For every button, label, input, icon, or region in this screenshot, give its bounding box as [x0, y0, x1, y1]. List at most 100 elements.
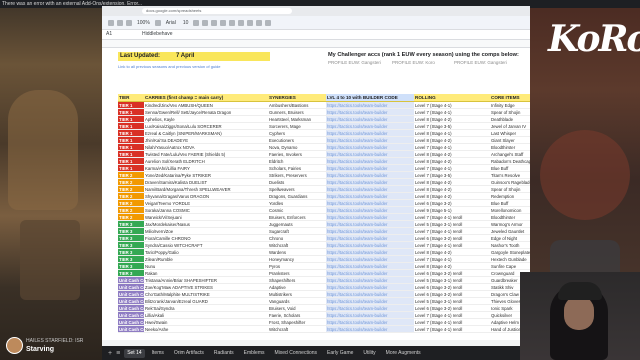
builder-link-cell[interactable]: https://tactics.tools/team-builder [326, 312, 414, 318]
carries-cell[interactable]: Blitzcrank/Jarvan/Ezreal GUARD [144, 298, 268, 304]
synergies-cell[interactable]: Cyphers [268, 130, 326, 136]
header-builder-code[interactable]: LVL 4 to 10 with BUILDER CODE [326, 94, 414, 101]
core-items-cell[interactable]: Hextech Gunblade [490, 256, 530, 262]
rolling-cell[interactable]: Level 7 (Stage 4-1) reroll [414, 312, 490, 318]
synergies-cell[interactable]: Scholars, Fairies [268, 165, 326, 171]
core-items-cell[interactable]: Jewel of Jarvan IV [490, 123, 530, 129]
synergies-cell[interactable]: Chrono [268, 235, 326, 241]
table-row[interactable]: TIER 3 Fiora/Camille CHRONO Chrono https://… [118, 235, 530, 242]
rolling-cell[interactable]: Level 7 (Stage 3-5) [414, 123, 490, 129]
core-items-cell[interactable]: Last Whisper [490, 130, 530, 136]
table-row[interactable]: TIER 1 Kindred/Jinx/Vex AMBUSH/QUEEN Ambus… [118, 102, 530, 109]
rolling-cell[interactable]: Level 5 (Stage 3-1) reroll [414, 277, 490, 283]
core-items-cell[interactable]: Warmog's Armor [490, 221, 530, 227]
table-row[interactable]: TIER 1 Ezreal & Caitlyn (SNIPER/MARKSMAN)… [118, 130, 530, 137]
carries-cell[interactable]: Draven/Samira/Kalista DUELIST [144, 179, 268, 185]
synergies-cell[interactable]: Wardens [268, 249, 326, 255]
rolling-cell[interactable]: Level 8 (Stage 4-1) [414, 130, 490, 136]
tab-emblems[interactable]: Emblems [241, 349, 268, 358]
core-items-cell[interactable]: Rabadon's Deathcap [490, 158, 530, 164]
builder-link-cell[interactable]: https://tactics.tools/team-builder [326, 207, 414, 213]
carries-cell[interactable]: Nunu [144, 263, 268, 269]
table-row[interactable]: Unit Cash Cost 1Zoe/Kog'Maw ADAPTIVE STR… [118, 284, 530, 291]
carries-cell[interactable]: Rek'Sai/Syndra [144, 305, 268, 311]
carries-cell[interactable]: Jax/Mordekaiser/Nasus [144, 221, 268, 227]
tier-cell[interactable]: Unit Cash Cost 1 [118, 277, 144, 283]
synergies-cell[interactable]: Duelists [268, 179, 326, 185]
synergies-cell[interactable]: Frost, Shapeshifter [268, 319, 326, 325]
profile-link[interactable]: PROFILE EUW: Gangsteri [454, 60, 507, 65]
builder-link-cell[interactable]: https://tactics.tools/team-builder [326, 284, 414, 290]
builder-link-cell[interactable]: https://tactics.tools/team-builder [326, 263, 414, 269]
table-row[interactable]: TIER 1 Nilah/Yasuo/Aatrox NOVA Nova, Dynam… [118, 144, 530, 151]
tier-cell[interactable]: TIER 2 [118, 172, 144, 178]
table-row[interactable]: TIER 2 Nami/Bard/Morgana/Thresh SPELLWEAV… [118, 186, 530, 193]
table-row[interactable]: TIER 3 Syndra/Cassio WITCHCRAFT Witchcraft… [118, 242, 530, 249]
carries-cell[interactable]: Zilean/Rumble [144, 256, 268, 262]
carries-cell[interactable]: Nilah/Yasuo/Aatrox NOVA [144, 144, 268, 150]
builder-link-cell[interactable]: https://tactics.tools/team-builder [326, 193, 414, 199]
builder-link-cell[interactable]: https://tactics.tools/team-builder [326, 165, 414, 171]
core-items-cell[interactable]: Archangel's Staff [490, 151, 530, 157]
builder-link-cell[interactable]: https://tactics.tools/team-builder [326, 158, 414, 164]
core-items-cell[interactable]: Guinsoo's Rageblade [490, 179, 530, 185]
previous-seasons-link[interactable]: Link to all previous seasons and previou… [118, 64, 268, 69]
borders-icon[interactable] [229, 19, 236, 26]
table-row[interactable]: TIER 2 Veigar/Teemo YORDLE Yordles https://… [118, 200, 530, 207]
rolling-cell[interactable]: Level 8 (Stage 4-2) [414, 186, 490, 192]
profile-link[interactable]: PROFILE EUW: Koro [392, 60, 435, 65]
rolling-cell[interactable]: Level 8 (Stage 4-2) [414, 179, 490, 185]
synergies-cell[interactable]: Witchcraft [268, 326, 326, 332]
tier-cell[interactable]: TIER 3 [118, 256, 144, 262]
tab-early-game[interactable]: Early Game [324, 349, 356, 358]
tier-cell[interactable]: TIER 2 [118, 207, 144, 213]
builder-link-cell[interactable]: https://tactics.tools/team-builder [326, 109, 414, 115]
rolling-cell[interactable]: Level 7 (Stage 4-1) reroll [414, 228, 490, 234]
builder-link-cell[interactable]: https://tactics.tools/team-builder [326, 130, 414, 136]
builder-link-cell[interactable]: https://tactics.tools/team-builder [326, 123, 414, 129]
font-select[interactable]: Arial [164, 20, 178, 26]
builder-link-cell[interactable]: https://tactics.tools/team-builder [326, 144, 414, 150]
carries-cell[interactable]: Twisted Fate/Lulu/Vex FAERIE (Shields 5) [144, 151, 268, 157]
rolling-cell[interactable]: Level 6 (Stage 3-2) reroll [414, 305, 490, 311]
tier-cell[interactable]: TIER 2 [118, 200, 144, 206]
synergies-cell[interactable]: Pyros [268, 263, 326, 269]
table-row[interactable]: TIER 3 Milio/Ivern/Zoe Sugarcraft https://t… [118, 228, 530, 235]
carries-cell[interactable]: Jhin/Kai'Sa DEADEYE [144, 137, 268, 143]
carries-cell[interactable]: Lillia/Akali [144, 312, 268, 318]
carries-cell[interactable]: Yone/Zed/Katarina/Pyke STRIKER [144, 172, 268, 178]
formula-input[interactable]: Hiddlebehave [142, 31, 173, 37]
currency-icon[interactable] [154, 19, 161, 26]
synergies-cell[interactable]: Eldritch [268, 158, 326, 164]
builder-link-cell[interactable]: https://tactics.tools/team-builder [326, 200, 414, 206]
tier-cell[interactable]: TIER 1 [118, 116, 144, 122]
builder-link-cell[interactable]: https://tactics.tools/team-builder [326, 137, 414, 143]
synergies-cell[interactable]: Dragons, Guardians [268, 193, 326, 199]
synergies-cell[interactable]: Nova, Dynamo [268, 144, 326, 150]
header-core-items[interactable]: CORE ITEMS [490, 94, 530, 101]
carries-cell[interactable]: Veigar/Teemo YORDLE [144, 200, 268, 206]
tier-cell[interactable]: Unit Cash Cost 1 [118, 298, 144, 304]
carries-cell[interactable]: Soraka/Janna COSMIC [144, 207, 268, 213]
builder-link-cell[interactable]: https://tactics.tools/team-builder [326, 326, 414, 332]
tab-items[interactable]: Items [149, 349, 167, 358]
core-items-cell[interactable]: Gargoyle Stoneplate [490, 249, 530, 255]
core-items-cell[interactable]: Redemption [490, 193, 530, 199]
carries-cell[interactable]: Syndra/Cassio WITCHCRAFT [144, 242, 268, 248]
builder-link-cell[interactable]: https://tactics.tools/team-builder [326, 228, 414, 234]
core-items-cell[interactable]: Blue Buff [490, 165, 530, 171]
table-row[interactable]: Unit Cash Cost 2Rek'Sai/SyndraBruisers, … [118, 305, 530, 312]
print-icon[interactable] [126, 19, 132, 26]
builder-link-cell[interactable]: https://tactics.tools/team-builder [326, 102, 414, 108]
bold-icon[interactable] [193, 19, 200, 26]
tab-radiants[interactable]: Radiants [211, 349, 237, 358]
carries-cell[interactable]: Lux/Kaisa/Ziggs/Sona/Lulu SORCERER [144, 123, 268, 129]
tier-cell[interactable]: TIER 3 [118, 221, 144, 227]
synergies-cell[interactable]: Cosmic [268, 207, 326, 213]
carries-cell[interactable]: Kindred/Jinx/Vex AMBUSH/QUEEN [144, 102, 268, 108]
redo-icon[interactable] [117, 19, 123, 26]
link-icon[interactable] [256, 19, 263, 26]
tier-cell[interactable]: TIER 1 [118, 130, 144, 136]
synergies-cell[interactable]: Vanguards [268, 298, 326, 304]
builder-link-cell[interactable]: https://tactics.tools/team-builder [326, 186, 414, 192]
